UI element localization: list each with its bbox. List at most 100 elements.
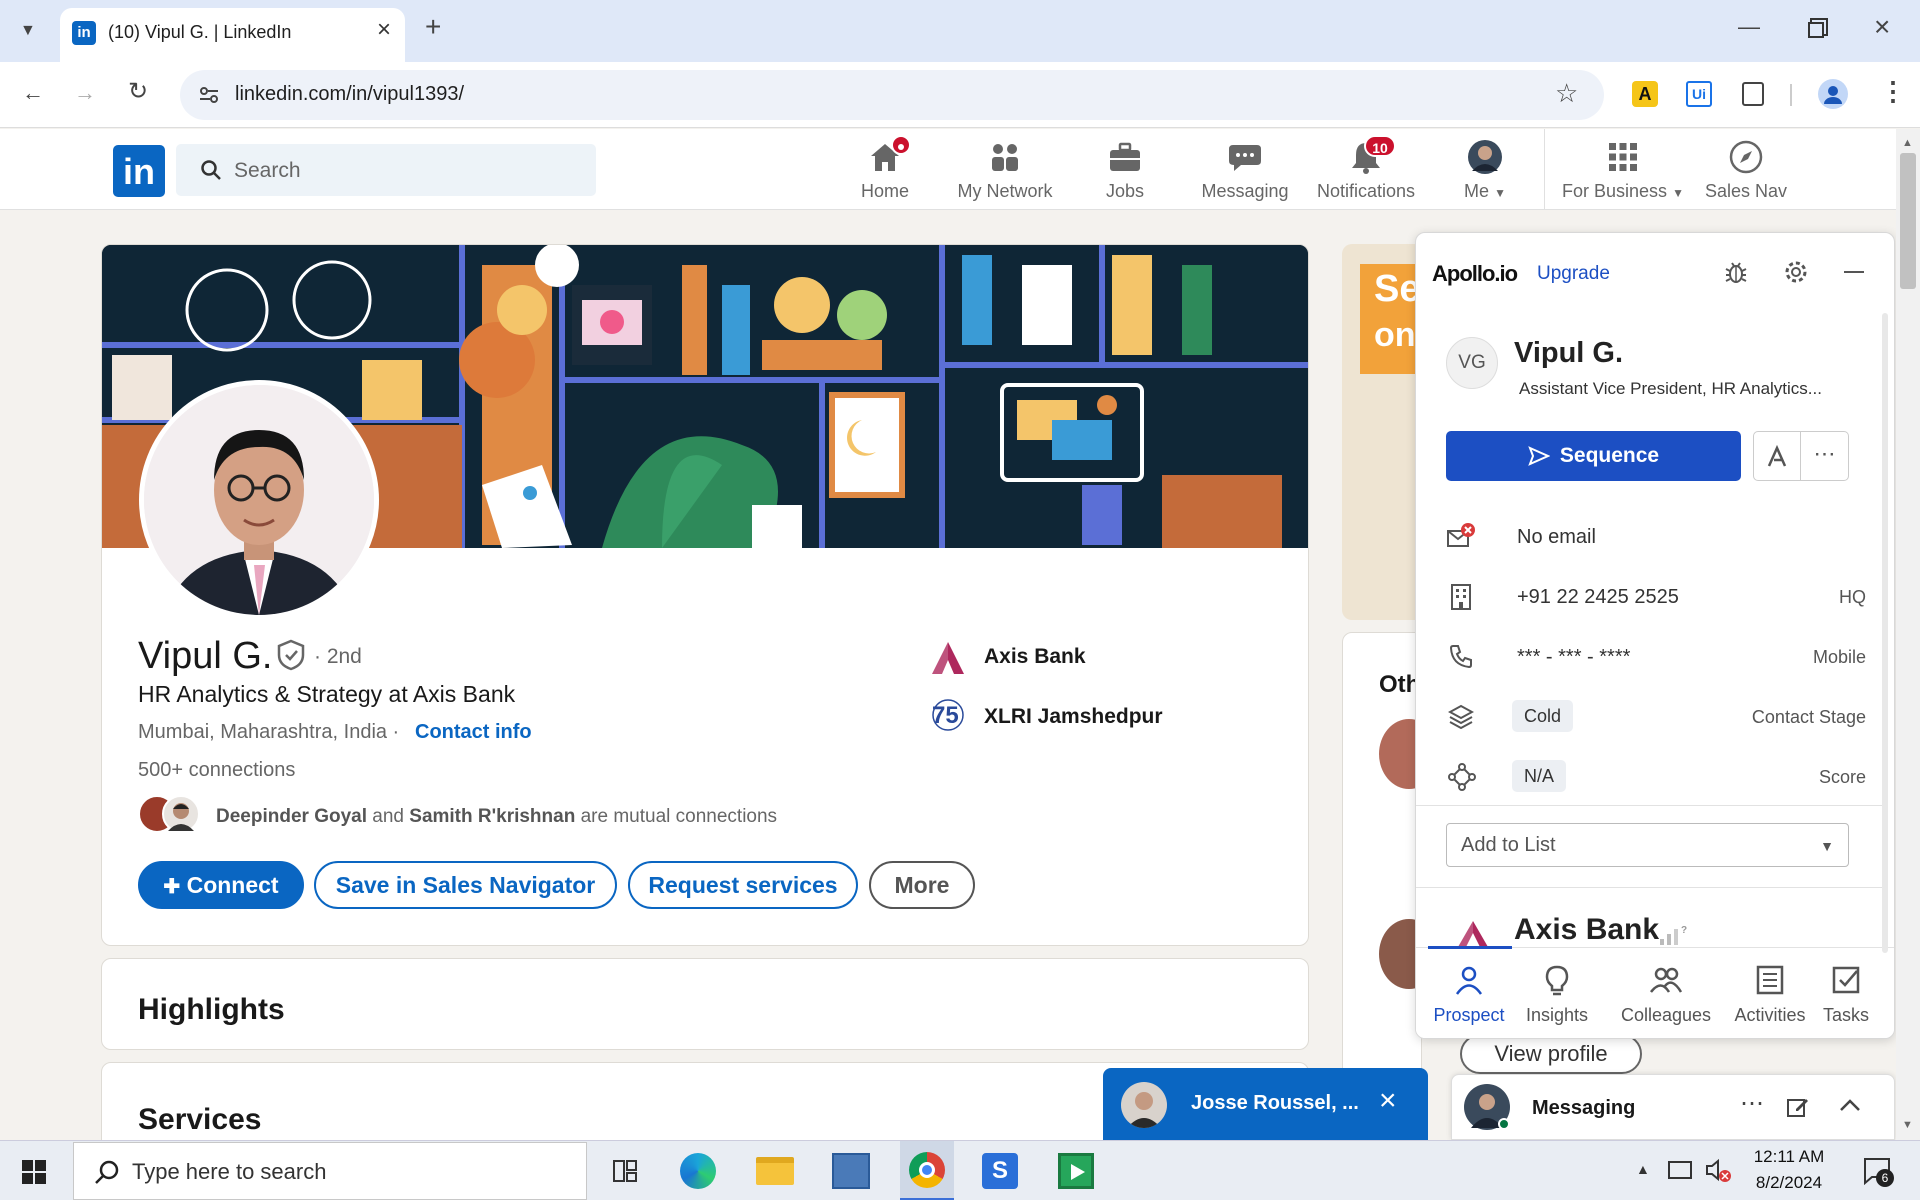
clock-time[interactable]: 12:11 AM <box>1750 1147 1828 1167</box>
current-company[interactable]: Axis Bank <box>984 645 1086 669</box>
edge-browser-icon[interactable] <box>680 1153 716 1189</box>
tab-colleagues[interactable]: Colleagues <box>1614 963 1718 1026</box>
messaging-overlay-bar[interactable]: Messaging ⋯ <box>1451 1074 1895 1140</box>
windows-start-icon[interactable] <box>22 1160 46 1184</box>
apollo-scrollbar[interactable] <box>1882 313 1888 953</box>
view-profile-button[interactable]: View profile <box>1460 1034 1642 1074</box>
profile-top-card: Vipul G. · 2nd HR Analytics & Strategy a… <box>101 244 1309 946</box>
close-tab-icon[interactable]: × <box>377 18 391 42</box>
lightbulb-icon <box>1545 965 1569 996</box>
tab-prospect[interactable]: Prospect <box>1424 963 1514 1026</box>
nav-home-label: Home <box>860 181 909 201</box>
more-button[interactable]: More <box>869 861 975 909</box>
save-in-sales-navigator-button[interactable]: Save in Sales Navigator <box>314 861 617 909</box>
minimize-panel-icon[interactable] <box>1844 271 1864 273</box>
upgrade-link[interactable]: Upgrade <box>1537 263 1610 285</box>
scrollbar-thumb[interactable] <box>1900 153 1916 289</box>
connections-count[interactable]: 500+ connections <box>138 759 295 782</box>
taskbar-search-box[interactable]: Type here to search <box>73 1142 587 1200</box>
compass-icon <box>1729 140 1763 174</box>
apollo-action-button[interactable] <box>1753 431 1801 481</box>
chrome-active-icon[interactable] <box>900 1141 954 1200</box>
verified-shield-icon[interactable] <box>276 639 306 671</box>
close-window-icon[interactable]: × <box>1874 13 1890 41</box>
uipath-extension-icon[interactable]: Ui <box>1686 81 1712 107</box>
reload-icon[interactable]: ↻ <box>128 80 148 104</box>
linkedin-logo[interactable]: in <box>113 145 165 197</box>
bookmark-star-icon[interactable]: ☆ <box>1555 80 1578 106</box>
s-app-icon[interactable]: S <box>982 1153 1018 1189</box>
me-label-text: Me <box>1464 181 1490 201</box>
tab-insights[interactable]: Insights <box>1512 963 1602 1026</box>
nav-jobs[interactable]: Jobs <box>1095 139 1155 202</box>
connect-button[interactable]: ✚ Connect <box>138 861 304 909</box>
nav-sales-nav[interactable]: Sales Nav <box>1698 139 1794 202</box>
restore-icon[interactable] <box>1808 22 1824 38</box>
browser-menu-icon[interactable]: ⋮ <box>1880 78 1906 104</box>
nav-me[interactable]: Me ▼ <box>1462 139 1508 202</box>
tab-activities[interactable]: Activities <box>1725 963 1815 1026</box>
browser-toolbar: ← → ↻ linkedin.com/in/vipul1393/ ☆ A Ui … <box>0 62 1920 128</box>
mobile-value[interactable]: *** - *** - **** <box>1517 646 1630 669</box>
divider <box>1790 84 1792 106</box>
contact-info-link[interactable]: Contact info <box>415 721 532 744</box>
page-scrollbar[interactable]: ▲ ▼ <box>1896 129 1920 1140</box>
back-icon[interactable]: ← <box>22 82 44 104</box>
highlights-heading: Highlights <box>138 993 285 1026</box>
nav-notifications[interactable]: 10 Notifications <box>1312 135 1420 202</box>
apollo-extension-icon[interactable]: A <box>1632 81 1658 107</box>
network-tray-icon[interactable] <box>1668 1161 1692 1179</box>
more-options-button[interactable]: ⋯ <box>1801 431 1849 481</box>
clock-date[interactable]: 8/2/2024 <box>1750 1173 1828 1193</box>
profile-headline: HR Analytics & Strategy at Axis Bank <box>138 681 516 707</box>
app-window-icon[interactable] <box>832 1153 870 1189</box>
task-view-icon[interactable] <box>611 1157 639 1185</box>
chat-window-header[interactable]: Josse Roussel, ... × <box>1103 1068 1428 1140</box>
extensions-puzzle-icon[interactable] <box>1742 82 1764 106</box>
tab-list-chevron-icon[interactable]: ▼ <box>20 20 36 42</box>
profile-photo[interactable] <box>139 380 379 620</box>
right-rail-ad[interactable]: Se on <box>1342 244 1422 620</box>
green-app-icon[interactable] <box>1058 1153 1094 1189</box>
tab-prospect-label: Prospect <box>1433 1005 1505 1025</box>
volume-muted-icon[interactable] <box>1704 1157 1732 1183</box>
add-to-list-select[interactable]: Add to List ▼ <box>1446 823 1849 867</box>
contact-stage-chip[interactable]: Cold <box>1512 700 1574 732</box>
tray-chevron-up-icon[interactable]: ▲ <box>1636 1161 1650 1177</box>
chevron-up-icon[interactable] <box>1838 1097 1862 1113</box>
home-dot-badge <box>891 135 911 155</box>
compose-icon[interactable] <box>1786 1095 1810 1119</box>
nav-my-network[interactable]: My Network <box>952 139 1058 202</box>
apollo-company-name[interactable]: Axis Bank <box>1514 913 1659 947</box>
new-tab-button[interactable]: + <box>425 13 441 41</box>
file-explorer-icon[interactable] <box>756 1157 794 1185</box>
request-services-button[interactable]: Request services <box>628 861 858 909</box>
profile-icon[interactable] <box>1818 79 1848 109</box>
forward-icon[interactable]: → <box>74 82 96 104</box>
mutual-connections-text[interactable]: Deepinder Goyal and Samith R'krishnan ar… <box>216 806 777 828</box>
notification-center-icon[interactable]: 6 <box>1862 1155 1894 1187</box>
phone-value[interactable]: +91 22 2425 2525 <box>1517 586 1679 609</box>
scroll-down-arrow-icon[interactable]: ▼ <box>1902 1119 1913 1131</box>
nav-messaging[interactable]: Messaging <box>1194 139 1296 202</box>
tab-tasks[interactable]: Tasks <box>1808 963 1884 1026</box>
education-school[interactable]: XLRI Jamshedpur <box>984 705 1163 729</box>
scroll-up-arrow-icon[interactable]: ▲ <box>1902 137 1913 149</box>
browser-tab[interactable]: in (10) Vipul G. | LinkedIn × <box>60 8 405 62</box>
close-chat-icon[interactable]: × <box>1379 1084 1397 1118</box>
site-settings-icon[interactable] <box>198 84 220 106</box>
linkedin-search-input[interactable]: Search <box>176 144 596 196</box>
settings-gear-icon[interactable] <box>1783 259 1809 285</box>
address-bar[interactable]: linkedin.com/in/vipul1393/ ☆ <box>180 70 1604 120</box>
chevron-down-icon: ▼ <box>1672 186 1684 200</box>
nav-for-business[interactable]: For Business ▼ <box>1562 139 1684 202</box>
more-options-icon[interactable]: ⋯ <box>1740 1089 1764 1118</box>
phone-icon <box>1448 643 1474 669</box>
profile-location: Mumbai, Maharashtra, India · <box>138 721 400 743</box>
mobile-type: Mobile <box>1812 647 1866 667</box>
minimize-icon[interactable]: — <box>1738 16 1760 38</box>
messaging-label: Messaging <box>1532 1097 1636 1119</box>
nav-home[interactable]: Home <box>855 135 915 202</box>
sequence-button[interactable]: Sequence <box>1446 431 1741 481</box>
bug-report-icon[interactable] <box>1723 259 1749 285</box>
